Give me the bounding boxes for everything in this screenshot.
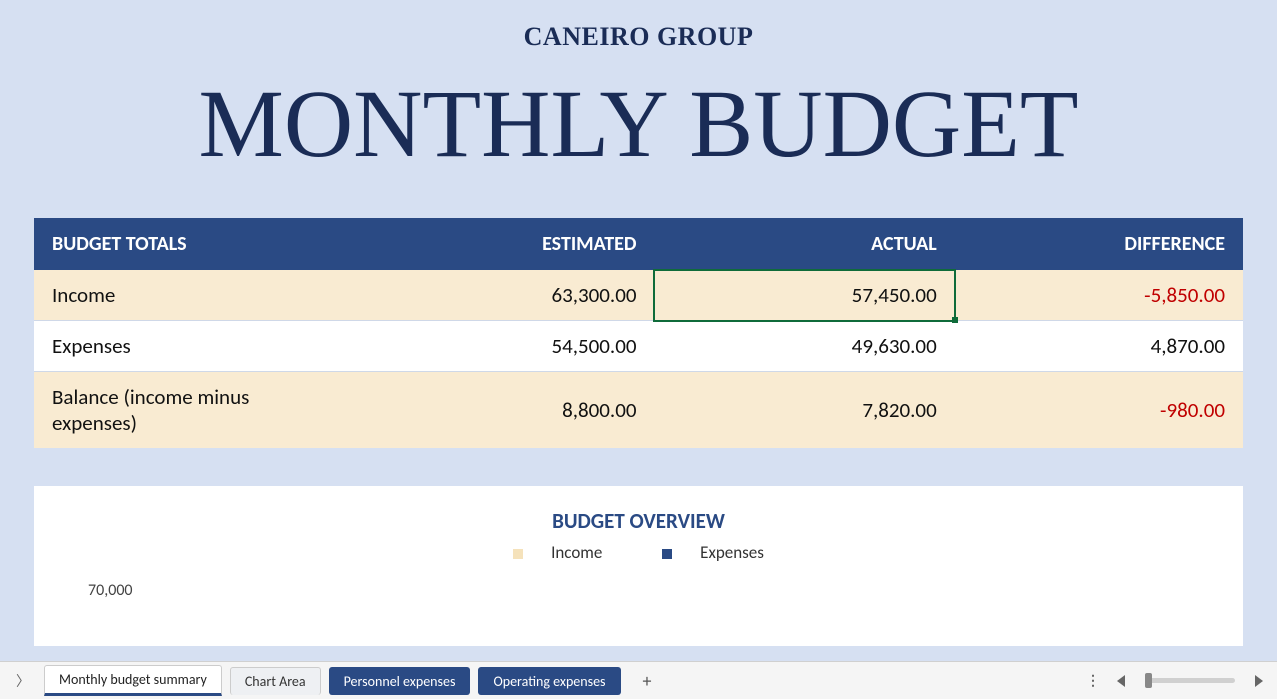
tab-monthly-budget-summary[interactable]: Monthly budget summary <box>44 665 222 696</box>
col-header-actual[interactable]: ACTUAL <box>654 218 954 270</box>
legend-income-label: Income <box>551 542 602 563</box>
worksheet-area: CANEIRO GROUP MONTHLY BUDGET BUDGET TOTA… <box>0 0 1277 661</box>
cell-difference[interactable]: 4,870.00 <box>955 321 1243 372</box>
cell-label[interactable]: Income <box>34 270 354 321</box>
cell-actual[interactable]: 49,630.00 <box>654 321 954 372</box>
budget-totals-table: BUDGET TOTALS ESTIMATED ACTUAL DIFFERENC… <box>34 218 1243 448</box>
cell-label[interactable]: Balance (income minus expenses) <box>34 372 354 449</box>
tab-personnel-expenses[interactable]: Personnel expenses <box>329 667 471 695</box>
cell-estimated[interactable]: 63,300.00 <box>354 270 654 321</box>
tab-chart-area[interactable]: Chart Area <box>230 667 321 695</box>
zoom-slider-thumb[interactable] <box>1145 673 1152 688</box>
legend-expenses: Expenses <box>648 542 778 563</box>
legend-expenses-swatch <box>662 549 672 559</box>
chart-title: BUDGET OVERVIEW <box>74 508 1203 534</box>
cell-estimated[interactable]: 54,500.00 <box>354 321 654 372</box>
legend-income-swatch <box>513 549 523 559</box>
cell-label[interactable]: Expenses <box>34 321 354 372</box>
cell-difference[interactable]: -980.00 <box>955 372 1243 449</box>
table-row: Expenses54,500.0049,630.004,870.00 <box>34 321 1243 372</box>
legend-income: Income <box>499 542 616 563</box>
tab-nav-prev[interactable]: 〉 <box>10 667 36 695</box>
col-header-estimated[interactable]: ESTIMATED <box>354 218 654 270</box>
tab-options-button[interactable]: ⋮ <box>1078 672 1109 689</box>
cell-actual[interactable]: 7,820.00 <box>654 372 954 449</box>
table-row: Balance (income minus expenses)8,800.007… <box>34 372 1243 449</box>
zoom-scroll-left[interactable] <box>1117 675 1125 687</box>
tab-operating-expenses[interactable]: Operating expenses <box>478 667 620 695</box>
cell-difference[interactable]: -5,850.00 <box>955 270 1243 321</box>
chart-legend: Income Expenses <box>74 542 1203 563</box>
sheet-tab-bar: 〉 Monthly budget summary Chart Area Pers… <box>0 661 1277 699</box>
add-sheet-button[interactable]: + <box>629 670 666 692</box>
legend-expenses-label: Expenses <box>700 542 764 563</box>
cell-estimated[interactable]: 8,800.00 <box>354 372 654 449</box>
budget-overview-chart[interactable]: BUDGET OVERVIEW Income Expenses 70,000 <box>34 486 1243 646</box>
cell-actual[interactable]: 57,450.00 <box>654 270 954 321</box>
col-header-difference[interactable]: DIFFERENCE <box>955 218 1243 270</box>
table-row: Income63,300.0057,450.00-5,850.00 <box>34 270 1243 321</box>
col-header-label[interactable]: BUDGET TOTALS <box>34 218 354 270</box>
zoom-slider[interactable] <box>1145 678 1235 683</box>
page-title: MONTHLY BUDGET <box>0 76 1277 172</box>
zoom-scroll-right[interactable] <box>1255 675 1263 687</box>
chart-y-tick: 70,000 <box>74 581 1203 600</box>
company-name: CANEIRO GROUP <box>0 0 1277 52</box>
